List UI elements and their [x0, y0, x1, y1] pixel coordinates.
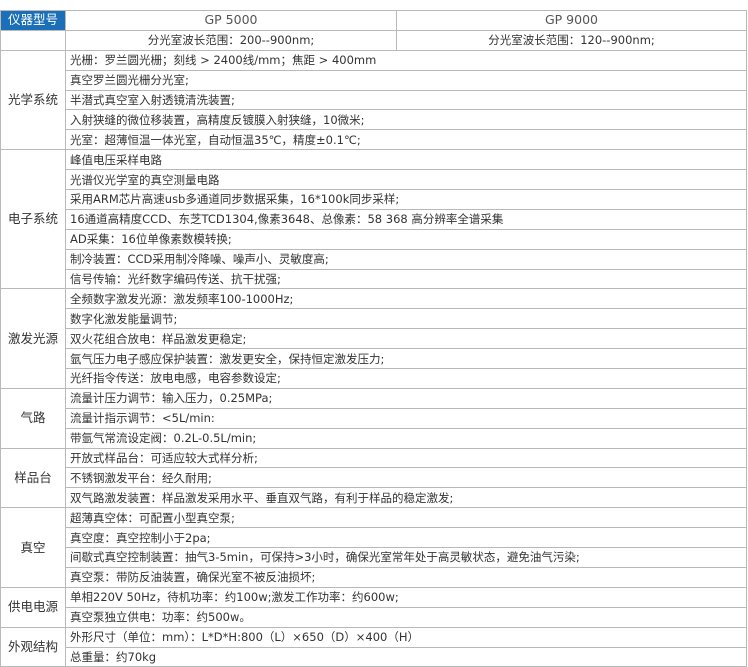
- spec-row: 间歇式真空控制装置：抽气3-5min，可保持>3小时，确保光室常年处于高灵敏状态…: [1, 547, 747, 568]
- category-label: 激发光源: [0, 288, 66, 389]
- spec-row: 电子系统 峰值电压采样电路: [0, 149, 747, 290]
- spec-row: 双气路激发装置：样品激发采用水平、垂直双气路，有利于样品的稳定激发;: [1, 487, 747, 509]
- spec-row: 供电电源 单相220V 50Hz，待机功率：约100w;激发工作功率：约600w;: [0, 586, 747, 628]
- spec-row: 氩气压力电子感应保护装置：激发更安全，保持恒定激发压力;: [1, 348, 747, 370]
- spec-row: 光学系统 光栅：罗兰圆光栅；刻线 > 2400线/mm；焦距 > 400mm: [0, 49, 747, 151]
- category-label: 电子系统: [0, 149, 66, 290]
- spec-row: 气路 流量计压力调节：输入压力，0.25MPa;: [0, 387, 747, 449]
- spec-row: 真空 超薄真空体：可配置小型真空泵;: [0, 507, 747, 588]
- spec-item: 真空度：真空控制小于2pa;: [65, 527, 747, 549]
- spec-row: 数字化激发能量调节;: [1, 308, 747, 330]
- spec-item: 16通道高精度CCD、东芝TCD1304,像素3648、总像素：58 368 高…: [65, 208, 747, 230]
- spec-row: 真空罗兰圆光栅分光室;: [1, 69, 747, 91]
- spec-table: 仪器型号 GP 5000 GP 9000 分光室波长范围：200--900nm;…: [0, 10, 747, 667]
- spec-row: 样品台 开放式样品台：可适应较大式样分析;: [0, 447, 747, 509]
- spec-item: 不锈钢激发平台：经久耐用;: [65, 467, 747, 489]
- spec-item: 外形尺寸（单位：mm）：L*D*H:800（L）×650（D）×400（H）: [65, 626, 747, 648]
- spec-item: 数字化激发能量调节;: [65, 308, 747, 330]
- spec-item: 光谱仪光学室的真空测量电路: [65, 169, 747, 191]
- spec-item: 开放式样品台：可适应较大式样分析;: [65, 447, 747, 469]
- spec-item: 双火花组合放电：样品激发更稳定;: [65, 328, 747, 350]
- spec-row: 带氩气常流设定阀：0.2L-0.5L/min;: [1, 427, 747, 449]
- spec-item: 峰值电压采样电路: [65, 149, 747, 171]
- spec-row: 16通道高精度CCD、东芝TCD1304,像素3648、总像素：58 368 高…: [1, 208, 747, 230]
- spec-row: 制冷装置：CCD采用制冷降噪、噪声小、灵敏度高;: [1, 248, 747, 270]
- spec-row: 光谱仪光学室的真空测量电路: [1, 169, 747, 191]
- spec-row: 信号传输：光纤数字编码传送、抗干扰强;: [1, 268, 747, 290]
- spec-item: 采用ARM芯片高速usb多通道同步数据采集，16*100k同步采样;: [65, 189, 747, 210]
- wavelength-row: 分光室波长范围：200--900nm; 分光室波长范围：120--900nm;: [0, 29, 747, 51]
- spec-row: 总重量：约70kg: [1, 646, 747, 667]
- spec-item: 光纤指令传送：放电电感，电容参数设定;: [65, 368, 747, 389]
- spec-item: 真空泵：带防反油装置，确保光室不被反油损坏;: [65, 566, 747, 588]
- spec-row: 入射狭缝的微位移装置，高精度反镀膜入射狭缝，10微米;: [1, 109, 747, 131]
- spec-item: 光栅：罗兰圆光栅；刻线 > 2400线/mm；焦距 > 400mm: [65, 49, 747, 71]
- spec-item: 真空罗兰圆光栅分光室;: [65, 69, 747, 91]
- spec-row: AD采集：16位单像素数模转换;: [1, 228, 747, 250]
- category-label: 真空: [0, 507, 66, 588]
- category-label: 气路: [0, 387, 66, 449]
- spec-row: 光室：超薄恒温一体光室，自动恒温35℃，精度±0.1℃;: [1, 129, 747, 151]
- spec-row: 外观结构 外形尺寸（单位：mm）：L*D*H:800（L）×650（D）×400（…: [0, 626, 747, 667]
- spec-item: 流量计指示调节：<5L/min:: [65, 407, 747, 429]
- spec-item: 单相220V 50Hz，待机功率：约100w;激发工作功率：约600w;: [65, 586, 747, 608]
- spec-row: 真空泵：带防反油装置，确保光室不被反油损坏;: [1, 566, 747, 588]
- spec-row: 光纤指令传送：放电电感，电容参数设定;: [1, 368, 747, 389]
- spec-item: 全频数字激发光源：激发频率100-1000Hz;: [65, 288, 747, 310]
- instrument-model-label: 仪器型号: [0, 10, 66, 31]
- spec-item: 流量计压力调节：输入压力，0.25MPa;: [65, 387, 747, 409]
- spec-item: 入射狭缝的微位移装置，高精度反镀膜入射狭缝，10微米;: [65, 109, 747, 131]
- category-label: 光学系统: [0, 49, 66, 151]
- spec-item: 超薄真空体：可配置小型真空泵;: [65, 507, 747, 529]
- spec-item: 总重量：约70kg: [65, 646, 747, 667]
- spec-row: 真空度：真空控制小于2pa;: [1, 527, 747, 549]
- model-gp9000: GP 9000: [396, 10, 747, 31]
- spec-item: 真空泵独立供电：功率：约500w。: [65, 606, 747, 628]
- spec-item: AD采集：16位单像素数模转换;: [65, 228, 747, 250]
- spec-row: 激发光源 全频数字激发光源：激发频率100-1000Hz;: [0, 288, 747, 389]
- spec-item: 信号传输：光纤数字编码传送、抗干扰强;: [65, 268, 747, 290]
- spec-item: 光室：超薄恒温一体光室，自动恒温35℃，精度±0.1℃;: [65, 129, 747, 151]
- spec-row: 不锈钢激发平台：经久耐用;: [1, 467, 747, 489]
- wavelength-gp5000: 分光室波长范围：200--900nm;: [65, 29, 397, 51]
- spec-item: 带氩气常流设定阀：0.2L-0.5L/min;: [65, 427, 747, 449]
- spec-item: 间歇式真空控制装置：抽气3-5min，可保持>3小时，确保光室常年处于高灵敏状态…: [65, 547, 747, 568]
- spec-row: 半潜式真空室入射透镜清洗装置;: [1, 89, 747, 111]
- spec-item: 氩气压力电子感应保护装置：激发更安全，保持恒定激发压力;: [65, 348, 747, 370]
- spec-item: 制冷装置：CCD采用制冷降噪、噪声小、灵敏度高;: [65, 248, 747, 270]
- spec-item: 半潜式真空室入射透镜清洗装置;: [65, 89, 747, 111]
- wavelength-category: [0, 29, 66, 51]
- category-label: 供电电源: [0, 586, 66, 628]
- spec-row: 真空泵独立供电：功率：约500w。: [1, 606, 747, 628]
- model-gp5000: GP 5000: [65, 10, 397, 31]
- category-label: 样品台: [0, 447, 66, 509]
- spec-row: 流量计指示调节：<5L/min:: [1, 407, 747, 429]
- category-label: 外观结构: [0, 626, 66, 667]
- wavelength-gp9000: 分光室波长范围：120--900nm;: [396, 29, 747, 51]
- header-row: 仪器型号 GP 5000 GP 9000: [0, 10, 747, 31]
- spec-row: 双火花组合放电：样品激发更稳定;: [1, 328, 747, 350]
- spec-item: 双气路激发装置：样品激发采用水平、垂直双气路，有利于样品的稳定激发;: [65, 487, 747, 509]
- spec-row: 采用ARM芯片高速usb多通道同步数据采集，16*100k同步采样;: [1, 189, 747, 210]
